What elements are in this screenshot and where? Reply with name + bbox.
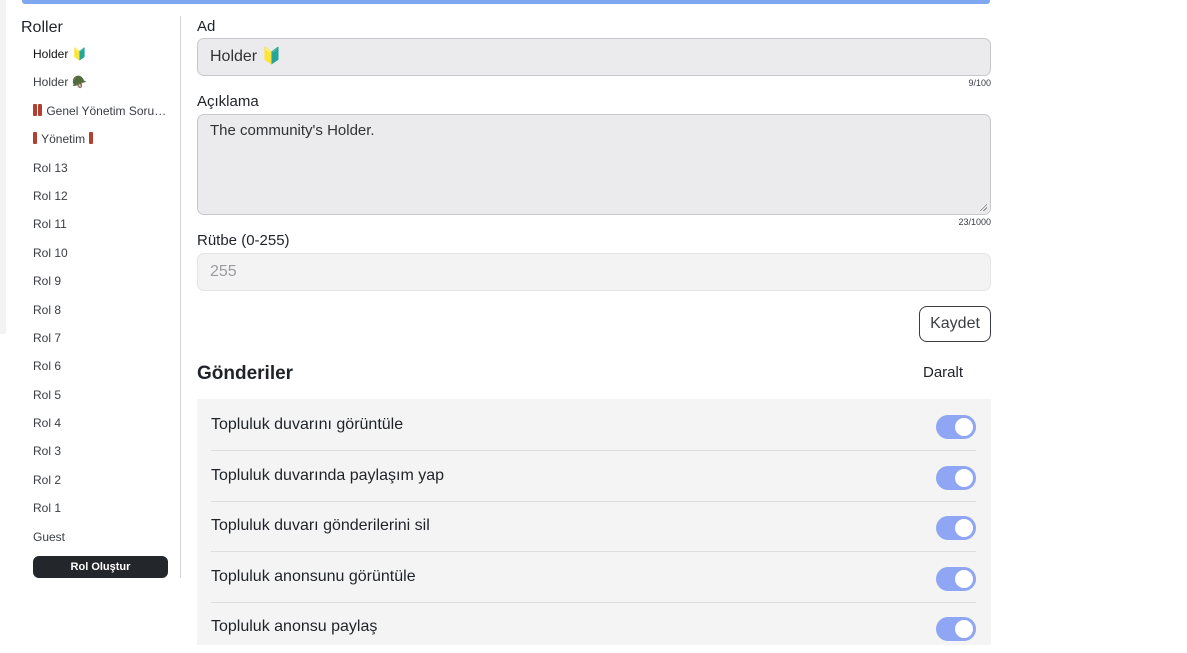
role-label: Guest [33, 529, 66, 544]
name-label: Ad [197, 18, 216, 35]
permission-label: Topluluk anonsu paylaş [211, 618, 378, 635]
role-label: Rol 11 [33, 217, 67, 232]
name-counter: 9/100 [968, 78, 991, 88]
permission-row: Topluluk anonsu paylaş [211, 603, 976, 653]
permission-label: Topluluk duvarı gönderilerini sil [211, 517, 430, 534]
permissions-panel: Topluluk duvarını görüntüle Topluluk duva… [197, 399, 991, 645]
sidebar-item-role[interactable]: Rol 6 [33, 357, 175, 385]
rank-input: 255 [197, 253, 991, 291]
toggle-knob [955, 620, 973, 638]
permissions-section-title: Gönderiler [197, 363, 294, 384]
red-bar-icon [89, 132, 94, 145]
permission-label: Topluluk anonsunu görüntüle [211, 567, 416, 585]
role-label: Rol 1 [33, 501, 62, 516]
sidebar-item-role[interactable]: Rol 13 [33, 159, 175, 187]
name-input[interactable]: Holder 🔰 [197, 38, 991, 76]
roles-sidebar: Roller Holder 🔰 Holder 🪖 Genel Yönetim Soru… [21, 16, 181, 578]
sidebar-item-role[interactable]: Rol 3 [33, 442, 175, 470]
toggle-knob [955, 519, 973, 537]
role-label: Rol 6 [33, 359, 62, 374]
sidebar-item-role[interactable]: Rol 9 [33, 272, 175, 300]
role-label: Rol 13 [33, 160, 68, 175]
sidebar-item-role[interactable]: Holder 🪖 [33, 73, 175, 101]
role-label: Rol 3 [33, 444, 62, 459]
toggle-knob [955, 569, 973, 588]
sidebar-item-role[interactable]: Yönetim [33, 130, 175, 158]
role-label: Rol 2 [33, 472, 62, 487]
role-label: Rol 10 [33, 245, 68, 260]
permission-toggle[interactable] [936, 465, 976, 490]
sidebar-item-role[interactable]: Rol 2 [33, 471, 175, 499]
top-accent-bar [22, 0, 990, 4]
save-button[interactable]: Kaydet [919, 306, 991, 342]
sidebar-item-role[interactable]: Rol 1 [33, 499, 175, 527]
permission-toggle[interactable] [936, 566, 976, 591]
sidebar-item-role[interactable]: Rol 8 [33, 301, 175, 329]
sidebar-item-role[interactable]: Guest [33, 528, 175, 556]
collapse-button[interactable]: Daralt [923, 364, 963, 381]
role-list: Holder 🔰 Holder 🪖 Genel Yönetim Sorumlusu Y… [33, 45, 175, 556]
permission-row: Topluluk duvarını görüntüle [211, 401, 976, 451]
left-edge-panel [0, 0, 6, 334]
sidebar-item-role[interactable]: Rol 11 [33, 215, 175, 243]
resize-grip-icon[interactable] [979, 203, 987, 211]
role-label: Holder [33, 47, 69, 61]
permission-toggle[interactable] [936, 516, 976, 540]
permission-label: Topluluk duvarında paylaşım yap [211, 466, 445, 484]
role-label: Yönetim [41, 132, 86, 147]
description-label: Açıklama [197, 93, 259, 110]
sidebar-item-role[interactable]: Rol 7 [33, 329, 175, 357]
red-bar-icon [33, 103, 37, 116]
sidebar-item-role[interactable]: Genel Yönetim Sorumlusu [33, 102, 175, 130]
sidebar-item-role[interactable]: Rol 4 [33, 414, 175, 442]
permission-label: Topluluk duvarını görüntüle [211, 416, 404, 433]
create-role-button[interactable]: Rol Oluştur [33, 556, 168, 578]
description-counter: 23/1000 [958, 217, 991, 227]
sidebar-item-role[interactable]: Holder 🔰 [33, 45, 175, 73]
toggle-knob [955, 418, 973, 436]
sidebar-item-role[interactable]: Rol 10 [33, 244, 175, 272]
red-bar-icon [33, 132, 37, 145]
permission-toggle[interactable] [936, 415, 976, 439]
role-label: Rol 7 [33, 330, 62, 345]
role-emoji-icon: 🔰 [72, 47, 88, 61]
role-label: Rol 4 [33, 416, 62, 431]
role-label: Rol 5 [33, 387, 62, 402]
description-text: The community's Holder. [210, 122, 375, 139]
permission-row: Topluluk duvarında paylaşım yap [211, 452, 976, 502]
permission-row: Topluluk anonsunu görüntüle [211, 553, 976, 603]
rank-label: Rütbe (0-255) [197, 232, 290, 249]
sidebar-title: Roller [21, 19, 63, 36]
description-textarea[interactable]: The community's Holder. [197, 114, 991, 215]
sidebar-item-role[interactable]: Rol 5 [33, 386, 175, 414]
toggle-knob [955, 468, 973, 487]
role-emoji-icon: 🪖 [72, 75, 88, 90]
role-label: Rol 12 [33, 188, 68, 203]
role-label: Holder [33, 75, 69, 90]
role-label: Rol 8 [33, 302, 62, 317]
red-bar-icon [38, 103, 42, 116]
permission-row: Topluluk duvarı gönderilerini sil [211, 502, 976, 552]
sidebar-item-role[interactable]: Rol 12 [33, 187, 175, 215]
role-label: Genel Yönetim Sorumlusu [46, 103, 175, 118]
role-label: Rol 9 [33, 274, 62, 289]
permission-toggle[interactable] [936, 617, 976, 641]
